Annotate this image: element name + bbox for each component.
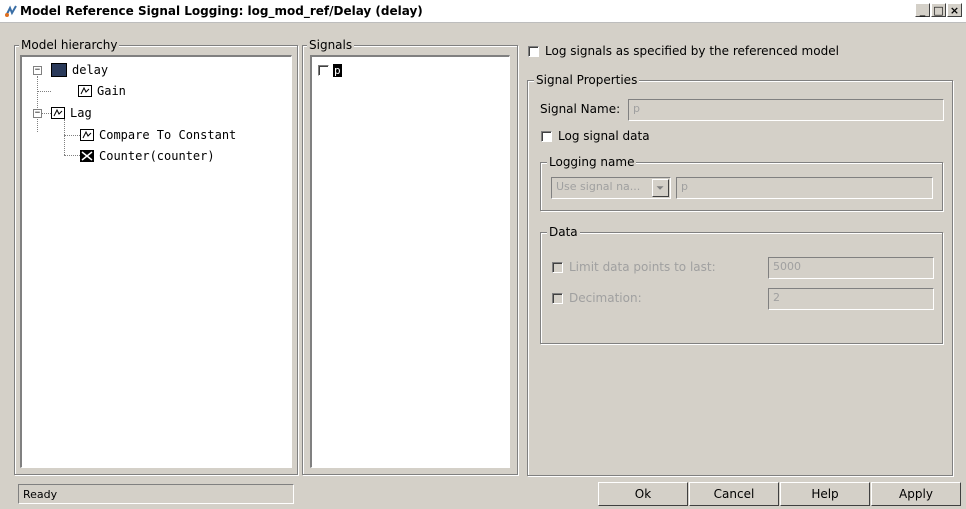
- signal-item-p[interactable]: p: [318, 64, 342, 77]
- simulink-app-icon: [5, 5, 17, 17]
- tree-node-compare-to-constant[interactable]: Compare To Constant: [80, 128, 236, 142]
- tree-node-label: delay: [72, 63, 109, 77]
- logging-name-select[interactable]: Use signal na...: [551, 177, 671, 199]
- log-as-referenced-option[interactable]: Log signals as specified by the referenc…: [528, 44, 839, 58]
- model-hierarchy-label: Model hierarchy: [19, 38, 120, 52]
- subsystem-icon: [51, 107, 65, 119]
- log-as-referenced-label: Log signals as specified by the referenc…: [545, 44, 839, 58]
- limit-data-points-checkbox[interactable]: [552, 261, 563, 273]
- title-bar: Model Reference Signal Logging: log_mod_…: [0, 0, 966, 23]
- tree-node-label: Lag: [70, 106, 92, 120]
- tree-node-lag[interactable]: Lag: [51, 106, 92, 120]
- data-label: Data: [547, 225, 580, 239]
- log-signal-data-label: Log signal data: [558, 129, 650, 143]
- delay-collapse-toggle[interactable]: −: [33, 66, 42, 75]
- model-hierarchy-tree[interactable]: − delay Gain − Lag Compare To Constant C…: [20, 55, 292, 468]
- minimize-button[interactable]: _: [915, 3, 930, 17]
- signals-list[interactable]: p: [310, 55, 510, 468]
- decimation-checkbox[interactable]: [552, 292, 563, 304]
- decimation-label: Decimation:: [569, 291, 642, 305]
- decimation-option[interactable]: Decimation:: [552, 291, 642, 305]
- tree-node-gain[interactable]: Gain: [78, 84, 126, 98]
- limit-data-points-field[interactable]: 5000: [768, 257, 934, 279]
- log-as-referenced-checkbox[interactable]: [528, 45, 539, 57]
- window-title: Model Reference Signal Logging: log_mod_…: [20, 4, 423, 18]
- help-button[interactable]: Help: [780, 482, 870, 506]
- signal-p-checkbox[interactable]: [318, 65, 329, 76]
- tree-node-counter[interactable]: Counter(counter): [80, 149, 215, 163]
- status-bar: Ready: [18, 484, 294, 504]
- subsystem-icon: [80, 129, 94, 141]
- signal-name-field[interactable]: p: [628, 99, 944, 121]
- tree-node-label: Gain: [97, 84, 126, 98]
- tree-node-delay[interactable]: delay: [51, 63, 108, 77]
- tree-node-label: Counter(counter): [99, 149, 215, 163]
- lag-collapse-toggle[interactable]: −: [33, 109, 42, 118]
- logging-name-label: Logging name: [547, 155, 637, 169]
- signals-label: Signals: [307, 38, 355, 52]
- limit-data-points-label: Limit data points to last:: [569, 260, 716, 274]
- close-button[interactable]: ×: [947, 3, 962, 17]
- ok-button[interactable]: Ok: [598, 482, 688, 506]
- model-icon: [51, 63, 67, 77]
- logging-name-field[interactable]: p: [676, 177, 933, 199]
- subsystem-icon: [78, 85, 92, 97]
- log-signal-data-option[interactable]: Log signal data: [541, 129, 650, 143]
- signal-p-label: p: [333, 64, 342, 77]
- limit-data-points-option[interactable]: Limit data points to last:: [552, 260, 716, 274]
- signal-name-label: Signal Name:: [540, 102, 621, 116]
- log-signal-data-checkbox[interactable]: [541, 130, 552, 142]
- maximize-button[interactable]: □: [931, 3, 946, 17]
- tree-node-label: Compare To Constant: [99, 128, 237, 142]
- decimation-field[interactable]: 2: [768, 288, 934, 310]
- model-reference-icon: [80, 150, 94, 162]
- signal-properties-label: Signal Properties: [534, 73, 640, 87]
- cancel-button[interactable]: Cancel: [689, 482, 779, 506]
- dropdown-arrow-icon[interactable]: [652, 179, 669, 197]
- apply-button[interactable]: Apply: [871, 482, 961, 506]
- logging-name-select-value: Use signal na...: [556, 180, 641, 193]
